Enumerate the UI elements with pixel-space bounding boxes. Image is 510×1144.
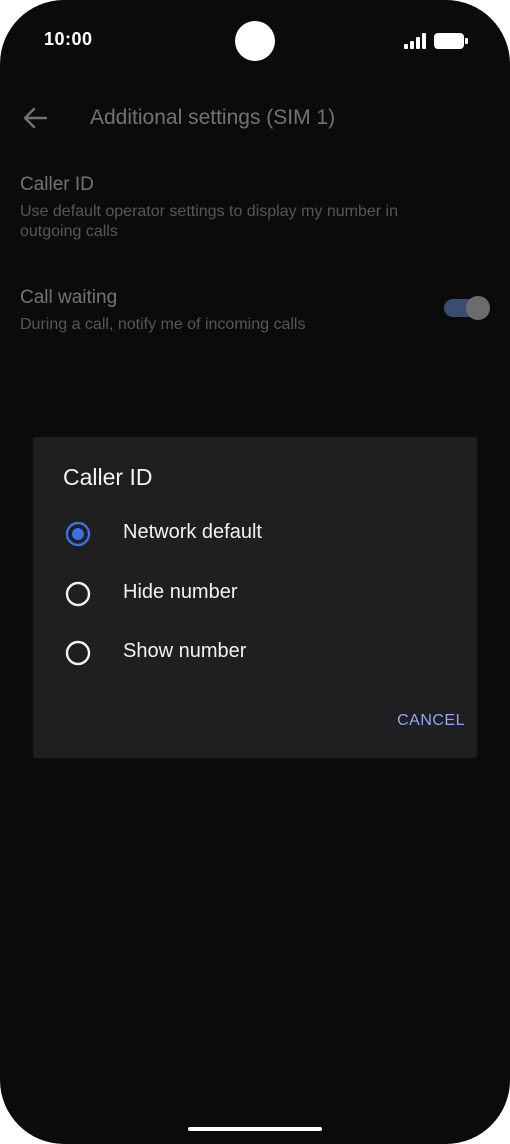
page-title: Additional settings (SIM 1) — [90, 106, 336, 129]
signal-icon — [404, 33, 426, 49]
radio-unselected-icon[interactable] — [65, 581, 91, 607]
option-network-default[interactable]: Network default — [63, 511, 453, 555]
option-label: Hide number — [123, 581, 238, 603]
caller-id-dialog: Caller ID Network default Hide number Sh… — [33, 437, 477, 758]
setting-caller-id[interactable]: Caller ID Use default operator settings … — [20, 172, 490, 242]
option-hide-number[interactable]: Hide number — [63, 571, 453, 615]
home-indicator[interactable] — [188, 1127, 322, 1131]
option-label: Network default — [123, 521, 262, 543]
radio-selected-icon[interactable] — [65, 521, 91, 547]
camera-cutout — [235, 21, 275, 61]
setting-summary: Use default operator settings to display… — [20, 203, 398, 240]
app-bar: Additional settings (SIM 1) — [0, 92, 510, 144]
option-show-number[interactable]: Show number — [63, 630, 453, 674]
dialog-title: Caller ID — [63, 464, 153, 490]
phone-screen: 10:00 Additional settings (SIM 1) Caller… — [0, 0, 510, 1144]
arrow-left-icon[interactable] — [22, 106, 48, 130]
toggle-thumb — [466, 296, 490, 320]
status-time: 10:00 — [44, 29, 93, 49]
status-bar: 10:00 — [0, 0, 510, 80]
call-waiting-toggle[interactable] — [444, 296, 490, 320]
setting-call-waiting[interactable]: Call waiting During a call, notify me of… — [20, 285, 490, 335]
setting-summary: During a call, notify me of incoming cal… — [20, 316, 306, 333]
radio-unselected-icon[interactable] — [65, 640, 91, 666]
setting-title: Call waiting — [20, 287, 118, 308]
setting-title: Caller ID — [20, 174, 94, 195]
option-label: Show number — [123, 640, 247, 662]
cancel-button[interactable]: CANCEL — [369, 707, 465, 735]
battery-icon — [434, 33, 468, 49]
